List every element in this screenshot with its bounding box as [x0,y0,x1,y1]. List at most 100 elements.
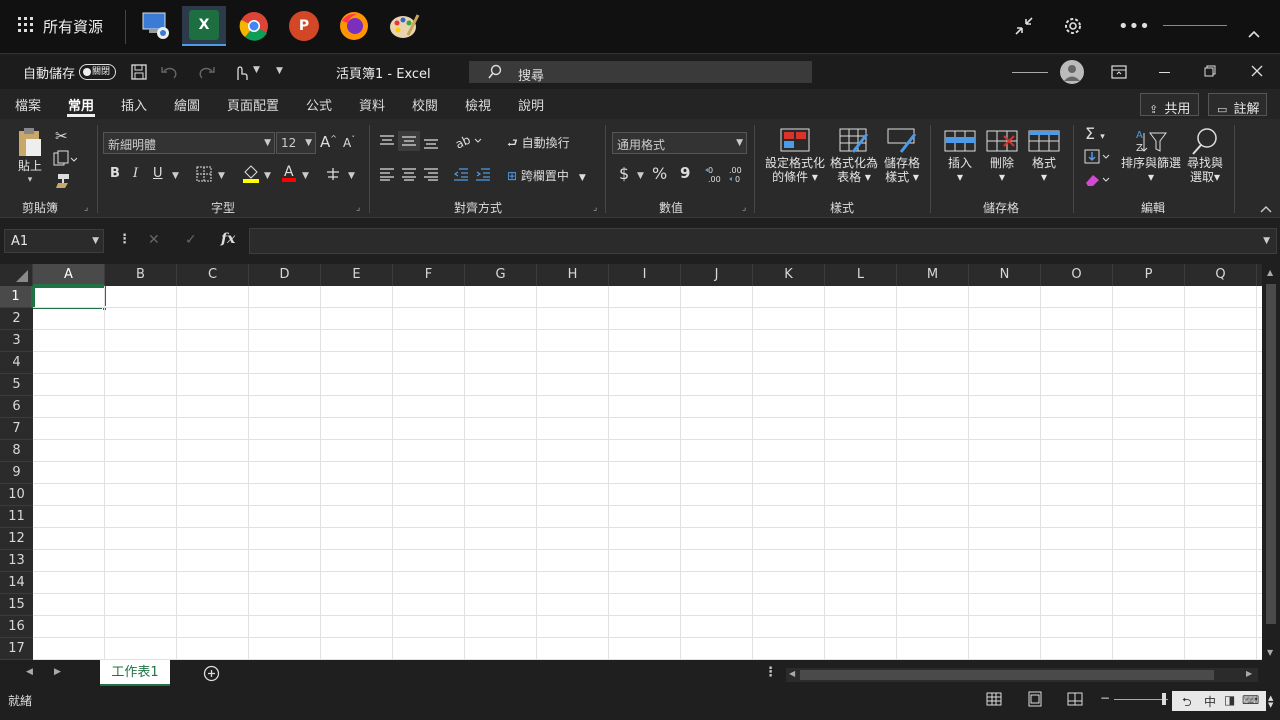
window-minimize-icon[interactable] [1159,72,1170,73]
save-icon[interactable] [131,64,147,80]
row-header-8[interactable]: 8 [0,440,33,462]
phonetic-icon[interactable] [325,166,343,182]
select-all-corner[interactable] [0,264,33,286]
percent-button[interactable]: % [652,164,667,183]
scroll-left-icon[interactable]: ◀ [789,669,795,678]
sheet-tab-active[interactable]: 工作表1 [100,660,170,686]
undo-icon[interactable] [160,65,178,79]
share-button[interactable]: ⇪ 共用 [1140,93,1199,117]
add-sheet-icon[interactable] [203,665,220,682]
cell-styles-button[interactable]: 儲存格 樣式 ▾ [880,128,924,184]
border-dropdown-icon[interactable]: ▼ [218,171,225,181]
tab-formulas[interactable]: 公式 [306,95,332,114]
fill-color-dropdown-icon[interactable]: ▼ [264,171,271,181]
format-painter-icon[interactable] [55,173,71,189]
column-header-o[interactable]: O [1041,264,1113,286]
ime-undo-icon[interactable]: ⮌ [1182,693,1192,714]
tab-data[interactable]: 資料 [359,95,385,114]
paint-app[interactable] [382,6,426,46]
horizontal-scrollbar[interactable]: ◀ ▶ [786,668,1258,682]
italic-button[interactable]: I [133,166,138,181]
column-header-a[interactable]: A [33,264,105,286]
clear-button[interactable] [1084,172,1112,188]
clipboard-launcher-icon[interactable]: ⌟ [84,203,88,213]
align-middle-icon[interactable] [398,131,420,151]
worksheet-grid[interactable]: ABCDEFGHIJKLMNOPQ 1 2 3 4 5 6 7 8 9 10 11 12 13 14 15 1… [0,264,1262,660]
ribbon-display-options-icon[interactable] [1111,65,1127,79]
tab-draw[interactable]: 繪圖 [174,95,200,114]
ime-chinese-icon[interactable]: 中 [1204,693,1216,710]
copy-icon[interactable] [53,150,77,168]
tab-home[interactable]: 常用 [68,95,94,114]
column-header-h[interactable]: H [537,264,609,286]
wrap-text-button[interactable]: ⮐ 自動換行 [507,134,570,155]
column-header-f[interactable]: F [393,264,465,286]
apps-grid-icon[interactable] [18,17,34,33]
number-format-select[interactable]: 通用格式 ▼ [612,132,747,154]
redo-icon[interactable] [198,65,216,79]
column-header-j[interactable]: J [681,264,753,286]
ime-halfwidth-icon[interactable]: ◨ [1224,693,1235,707]
find-select-button[interactable]: 尋找與 選取▾ [1185,127,1225,184]
row-header-16[interactable]: 16 [0,616,33,638]
firefox-app[interactable] [332,6,376,46]
ime-keyboard-icon[interactable]: ⌨ [1242,693,1259,707]
insert-cells-button[interactable]: 插入 ▾ [940,128,980,184]
sort-filter-button[interactable]: AZ 排序與篩選 ▾ [1118,127,1184,184]
vertical-scroll-thumb[interactable] [1266,284,1276,624]
comments-button[interactable]: ▭ 註解 [1208,93,1267,117]
account-avatar-icon[interactable] [1060,60,1084,84]
search-box[interactable]: 搜尋 [469,61,812,84]
font-color-dropdown-icon[interactable]: ▼ [302,171,309,181]
column-header-g[interactable]: G [465,264,537,286]
row-header-4[interactable]: 4 [0,352,33,374]
more-options-icon[interactable]: ••• [1118,16,1150,37]
row-header-12[interactable]: 12 [0,528,33,550]
align-bottom-icon[interactable] [423,136,439,150]
font-color-icon[interactable]: A [281,163,297,183]
chrome-app[interactable] [232,6,276,46]
cancel-entry-icon[interactable]: ✕ [148,232,160,248]
column-header-i[interactable]: I [609,264,681,286]
alignment-launcher-icon[interactable]: ⌟ [593,203,597,213]
underline-dropdown-icon[interactable]: ▼ [172,171,179,181]
merge-center-button[interactable]: ⊞ 跨欄置中 ▼ [507,167,586,184]
row-header-2[interactable]: 2 [0,308,33,330]
formula-bar-options-icon[interactable]: ⋮ [118,232,131,247]
bold-button[interactable]: B [110,166,120,181]
increase-indent-icon[interactable] [475,167,491,181]
currency-button[interactable]: $ [619,164,629,183]
scroll-down-icon[interactable]: ▼ [1267,648,1273,657]
column-header-c[interactable]: C [177,264,249,286]
paste-button[interactable]: 貼上 ▾ [14,127,46,187]
row-header-10[interactable]: 10 [0,484,33,506]
window-restore-icon[interactable] [1204,65,1216,77]
row-header-14[interactable]: 14 [0,572,33,594]
all-resources-label[interactable]: 所有資源 [43,16,103,37]
powerpoint-app[interactable]: P [282,6,326,46]
column-header-e[interactable]: E [321,264,393,286]
column-header-p[interactable]: P [1113,264,1185,286]
delete-cells-button[interactable]: 刪除 ▾ [982,128,1022,184]
tab-file[interactable]: 檔案 [15,95,41,114]
insert-function-button[interactable]: fx [221,231,235,247]
column-header-q[interactable]: Q [1185,264,1257,286]
name-box[interactable]: A1 ▼ [4,229,104,253]
row-header-13[interactable]: 13 [0,550,33,572]
normal-view-icon[interactable] [986,691,1002,707]
row-header-7[interactable]: 7 [0,418,33,440]
cut-icon[interactable]: ✂ [55,127,68,145]
currency-dropdown-icon[interactable]: ▼ [637,171,644,181]
phonetic-dropdown-icon[interactable]: ▼ [348,171,355,181]
column-header-d[interactable]: D [249,264,321,286]
horizontal-scroll-thumb[interactable] [800,670,1214,680]
minimize-screen-icon[interactable] [1014,16,1034,36]
number-launcher-icon[interactable]: ⌟ [742,203,746,213]
excel-app[interactable]: X [182,6,226,46]
decrease-indent-icon[interactable] [453,167,469,181]
row-header-3[interactable]: 3 [0,330,33,352]
prev-sheet-icon[interactable]: ◀ [26,667,33,677]
next-sheet-icon[interactable]: ▶ [54,667,61,677]
zoom-out-icon[interactable]: − [1100,691,1110,705]
formula-input[interactable]: ▼ [249,228,1277,254]
